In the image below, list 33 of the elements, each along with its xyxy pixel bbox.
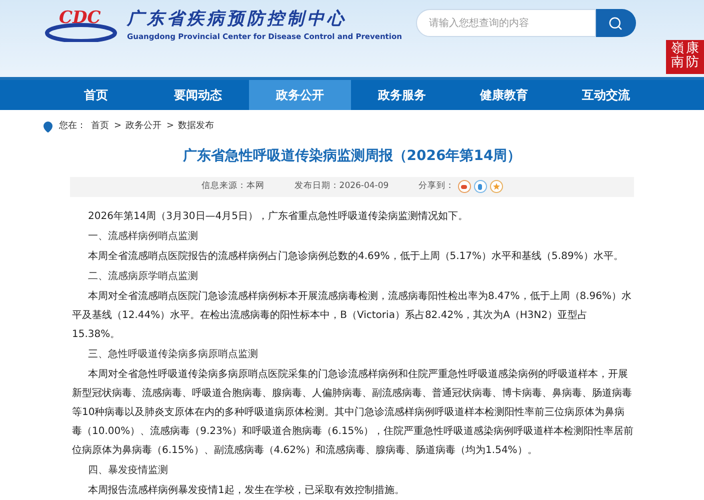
site-title: 广东省疾病预防控制中心 <box>127 8 348 30</box>
nav-tab[interactable]: 健康教育 <box>453 80 555 110</box>
breadcrumb-link[interactable]: 首页 <box>91 120 109 134</box>
share-label: 分享到： <box>418 180 455 193</box>
paragraph: 本周报告流感样病例暴发疫情1起，发生在学校，已采取有效控制措施。 <box>87 484 406 498</box>
nav-tab[interactable]: 首页 <box>45 80 147 110</box>
section-heading: 二、流感病原学哨点监测 <box>87 270 199 284</box>
date-text: 发布日期：2026-04-09 <box>294 180 389 193</box>
breadcrumb-link[interactable]: 数据发布 <box>178 120 214 134</box>
breadcrumb-link[interactable]: 政务公开 <box>126 120 162 134</box>
location-icon <box>42 120 54 133</box>
article-title: 广东省急性呼吸道传染病监测周报（2026年第14周） <box>182 146 522 166</box>
nav-tab[interactable]: 政务公开 <box>249 80 351 110</box>
section-heading: 一、流感样病例哨点监测 <box>87 230 199 244</box>
breadcrumb-separator: > <box>114 120 122 133</box>
section-heading: 三、急性呼吸道传染病多病原哨点监测 <box>87 348 259 362</box>
nav-tab[interactable]: 互动交流 <box>555 80 657 110</box>
section-heading: 四、暴发疫情监测 <box>87 464 169 478</box>
seal-text: 康防 <box>686 42 699 72</box>
paragraph: 本周对全省急性呼吸道传染病多病原哨点医院采集的门急诊流感样病例和住院严重急性呼吸道感染病例的呼吸道样本，开展新型冠状病毒、流感病毒、呼吸道合胞病毒、腺病毒、人偏肺病毒、副流感病毒、普通冠状病毒、博卡病毒、鼻病毒、肠道病毒等10种病毒以及肺炎支原体在内的多种呼吸道病原体检测。其中门急诊流感样病例呼吸道样本检测阳性率前三位病原体为鼻病毒（10.00%）、流感病毒（9.23%）和呼吸道合胞病毒（6.15%），住院严重急性呼吸道感染病例呼吸道样本检测阳性率居前位病原体为鼻病毒（6.15%）、副流感病毒（4.62%）和流感病毒、腺病毒、肠道病毒（均为1.54%）。 <box>72 368 634 458</box>
nav-tab[interactable]: 政务服务 <box>351 80 453 110</box>
paragraph: 2026年第14周（3月30日—4月5日），广东省重点急性呼吸道传染病监测情况如下。 <box>87 210 469 224</box>
paragraph: 本周全省流感哨点医院报告的流感样病例占门急诊病例总数的4.69%，低于上周（5.17%）水平和基线（5.89%）水平。 <box>87 250 624 264</box>
nav-tab[interactable]: 要闻动态 <box>147 80 249 110</box>
source-text: 信息来源：本网 <box>201 180 264 193</box>
star-icon[interactable] <box>490 180 503 193</box>
search-field[interactable]: 请输入您想查询的内容 <box>416 9 596 37</box>
search-icon <box>608 16 624 30</box>
breadcrumb-separator: > <box>166 120 174 133</box>
search-button[interactable] <box>596 9 636 37</box>
paragraph: 本周对全省流感哨点医院门急诊流感样病例标本开展流感病毒检测，流感病毒阳性检出率为8.47%，低于上周（8.96%）水平及基线（12.44%）水平。在检出流感病毒的阳性标本中，B（Victoria）系占82.42%，其次为A（H3N2）亚型占15.38%。 <box>72 290 633 342</box>
breadcrumb-label: 您在： <box>59 120 86 133</box>
seal-text: 嶺南 <box>671 42 684 72</box>
